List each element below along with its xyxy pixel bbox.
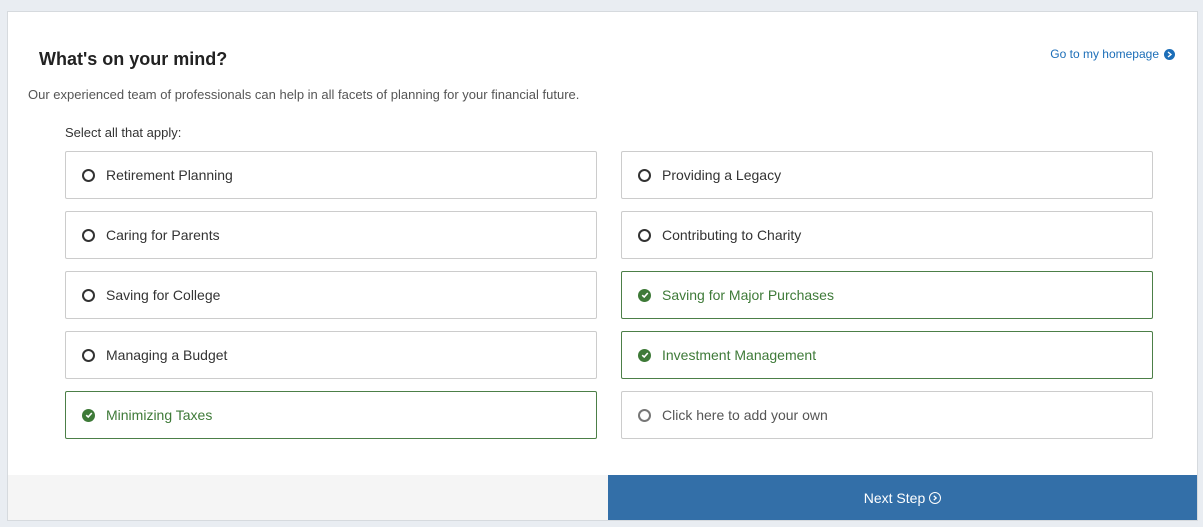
check-circle-icon <box>82 408 95 422</box>
option-label: Click here to add your own <box>662 407 828 423</box>
home-link-label: Go to my homepage <box>1050 47 1159 61</box>
option-label: Contributing to Charity <box>662 227 802 243</box>
form-footer: Next Step <box>8 475 1197 520</box>
next-step-button[interactable]: Next Step <box>608 475 1197 520</box>
arrow-circle-right-icon <box>1164 48 1175 60</box>
option-label: Caring for Parents <box>106 227 220 243</box>
next-step-label: Next Step <box>863 489 926 506</box>
option-managing-a-budget[interactable]: Managing a Budget <box>65 331 597 379</box>
go-to-homepage-link[interactable]: Go to my homepage <box>1050 47 1175 61</box>
page-subtitle: Our experienced team of professionals ca… <box>28 87 580 102</box>
add-your-own-option[interactable]: Click here to add your own <box>621 391 1153 439</box>
select-all-label: Select all that apply: <box>65 125 182 140</box>
arrow-circle-right-icon <box>929 491 942 504</box>
option-label: Saving for Major Purchases <box>662 287 834 303</box>
check-circle-icon <box>638 288 651 302</box>
circle-outline-icon <box>82 348 95 362</box>
option-label: Managing a Budget <box>106 347 228 363</box>
option-label: Minimizing Taxes <box>106 407 213 423</box>
circle-outline-icon <box>638 408 651 422</box>
option-saving-for-college[interactable]: Saving for College <box>65 271 597 319</box>
planning-card: What's on your mind? Go to my homepage O… <box>7 11 1198 521</box>
option-contributing-to-charity[interactable]: Contributing to Charity <box>621 211 1153 259</box>
circle-outline-icon <box>82 228 95 242</box>
circle-outline-icon <box>638 228 651 242</box>
option-caring-for-parents[interactable]: Caring for Parents <box>65 211 597 259</box>
circle-outline-icon <box>82 288 95 302</box>
option-label: Saving for College <box>106 287 221 303</box>
circle-outline-icon <box>82 168 95 182</box>
page-title: What's on your mind? <box>39 49 228 69</box>
check-circle-icon <box>638 348 651 362</box>
option-saving-for-major-purchases[interactable]: Saving for Major Purchases <box>621 271 1153 319</box>
option-label: Providing a Legacy <box>662 167 782 183</box>
option-providing-a-legacy[interactable]: Providing a Legacy <box>621 151 1153 199</box>
option-minimizing-taxes[interactable]: Minimizing Taxes <box>65 391 597 439</box>
option-label: Investment Management <box>662 347 817 363</box>
option-investment-management[interactable]: Investment Management <box>621 331 1153 379</box>
option-retirement-planning[interactable]: Retirement Planning <box>65 151 597 199</box>
options-grid: Retirement Planning Providing a Legacy C… <box>65 151 1153 439</box>
option-label: Retirement Planning <box>106 167 233 183</box>
circle-outline-icon <box>638 168 651 182</box>
